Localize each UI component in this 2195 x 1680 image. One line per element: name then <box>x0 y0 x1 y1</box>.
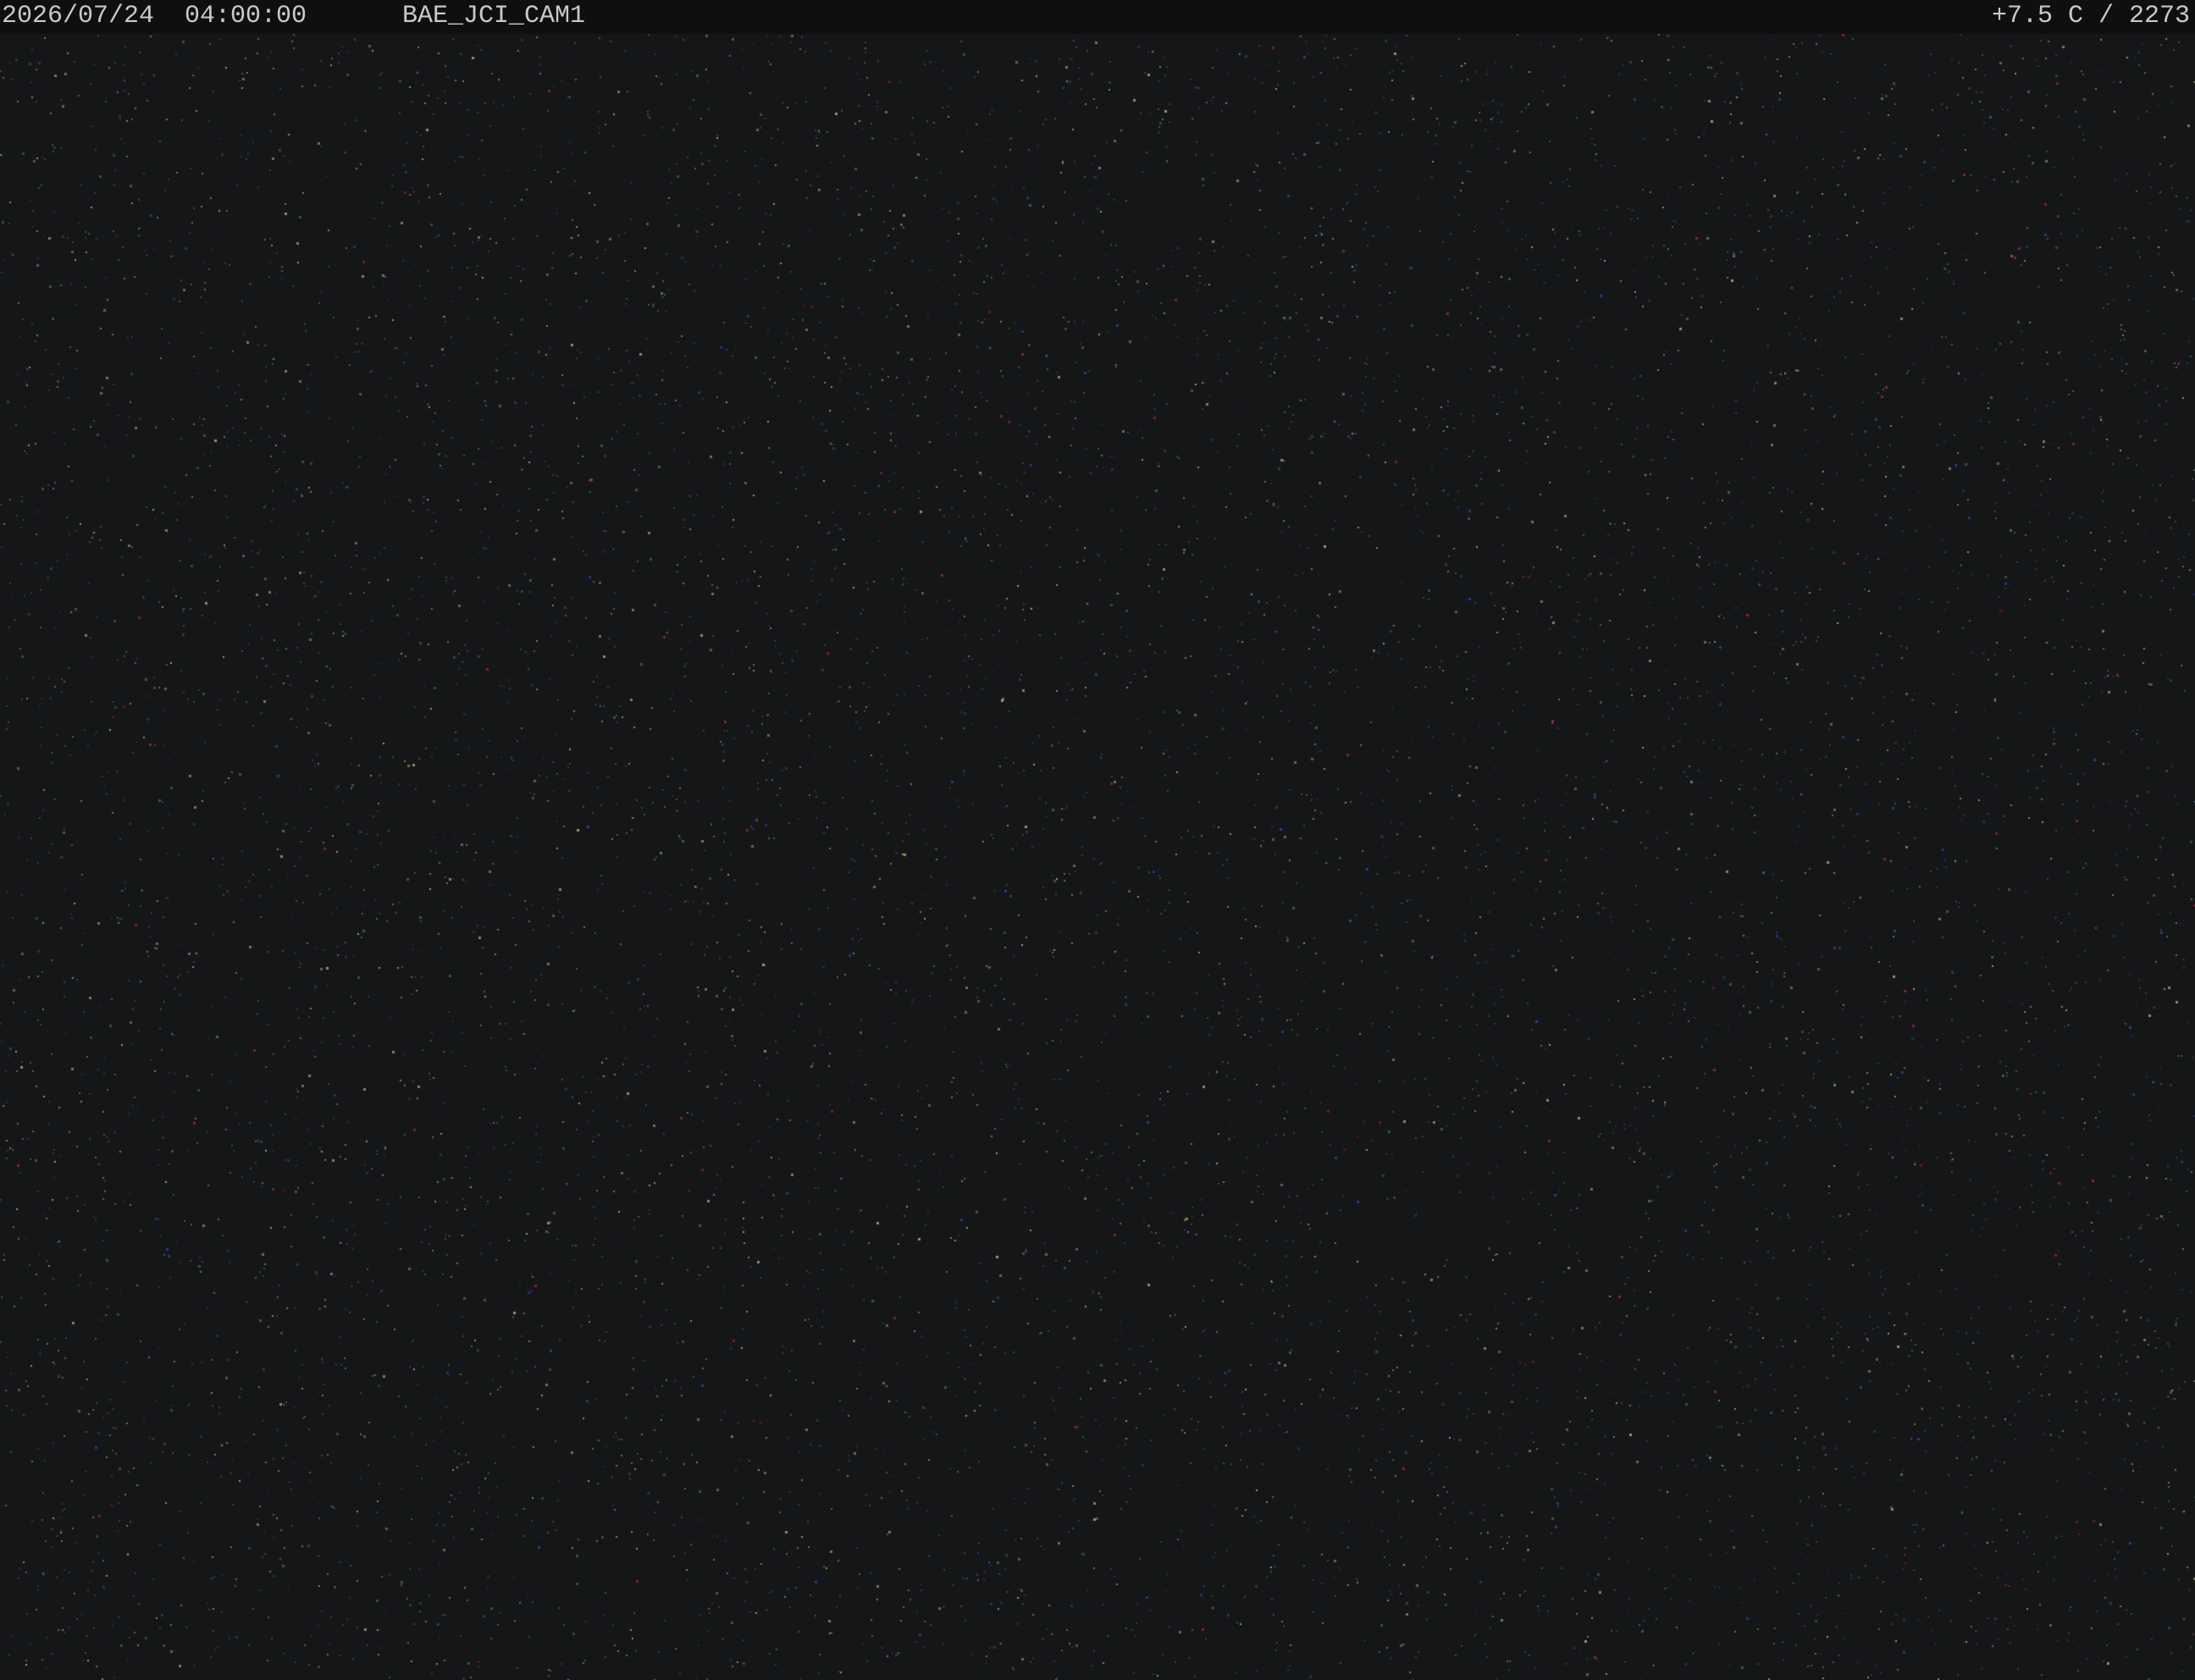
timestamp-overlay: 2026/07/24 04:00:00 <box>2 2 307 30</box>
camera-id-overlay: BAE_JCI_CAM1 <box>402 2 586 30</box>
camera-frame: 2026/07/24 04:00:00 BAE_JCI_CAM1 +7.5 C … <box>0 0 2195 1680</box>
temperature-reading-overlay: +7.5 C / 2273 <box>1991 2 2190 30</box>
overlay-bar <box>0 0 2195 34</box>
sensor-noise-image <box>0 34 2195 1680</box>
